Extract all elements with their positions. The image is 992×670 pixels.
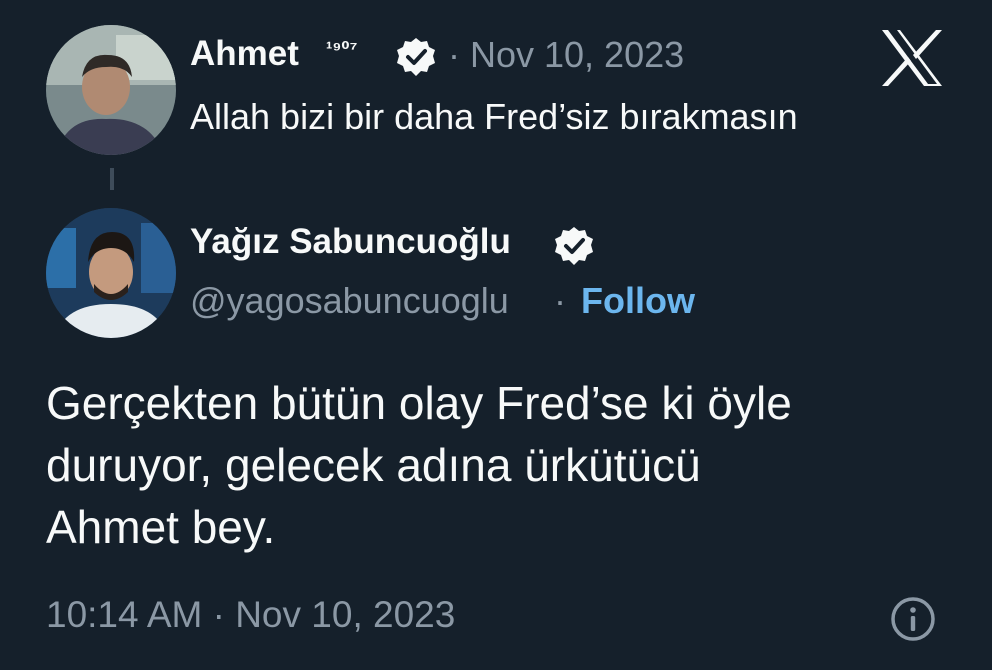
info-icon[interactable] <box>890 596 936 642</box>
parent-name-suffix: ¹⁹⁰⁷ <box>326 39 358 60</box>
parent-author-name[interactable]: Ahmet <box>190 34 299 74</box>
quote-tweet-card: Ahmet ¹⁹⁰⁷ · Nov 10, 2023 Allah bizi bir… <box>0 0 992 670</box>
tweet-text-line: duruyor, gelecek adına ürkütücü <box>46 439 701 491</box>
person-avatar-icon <box>46 208 176 338</box>
parent-date[interactable]: · Nov 10, 2023 <box>448 34 684 76</box>
x-logo-icon[interactable] <box>880 28 944 88</box>
follow-button[interactable]: Follow <box>581 280 695 322</box>
parent-tweet-text: Allah bizi bir daha Fred’siz bırakmasın <box>190 96 798 137</box>
author-handle[interactable]: @yagosabuncuoglu <box>190 280 509 322</box>
verified-badge-icon <box>396 37 436 77</box>
tweet-text-line: Ahmet bey. <box>46 501 276 553</box>
tweet-text: Gerçekten bütün olay Fred’se ki öyle dur… <box>46 372 946 558</box>
author-name[interactable]: Yağız Sabuncuoğlu <box>190 222 511 262</box>
parent-avatar[interactable] <box>46 25 176 155</box>
person-avatar-icon <box>46 25 176 155</box>
tweet-timestamp[interactable]: 10:14 AM · Nov 10, 2023 <box>46 594 455 636</box>
thread-connector-line <box>110 168 114 190</box>
tweet-text-line: Gerçekten bütün olay Fred’se ki öyle <box>46 377 792 429</box>
verified-badge-icon <box>554 226 594 266</box>
handle-separator: · <box>554 280 566 321</box>
author-avatar[interactable] <box>46 208 176 338</box>
